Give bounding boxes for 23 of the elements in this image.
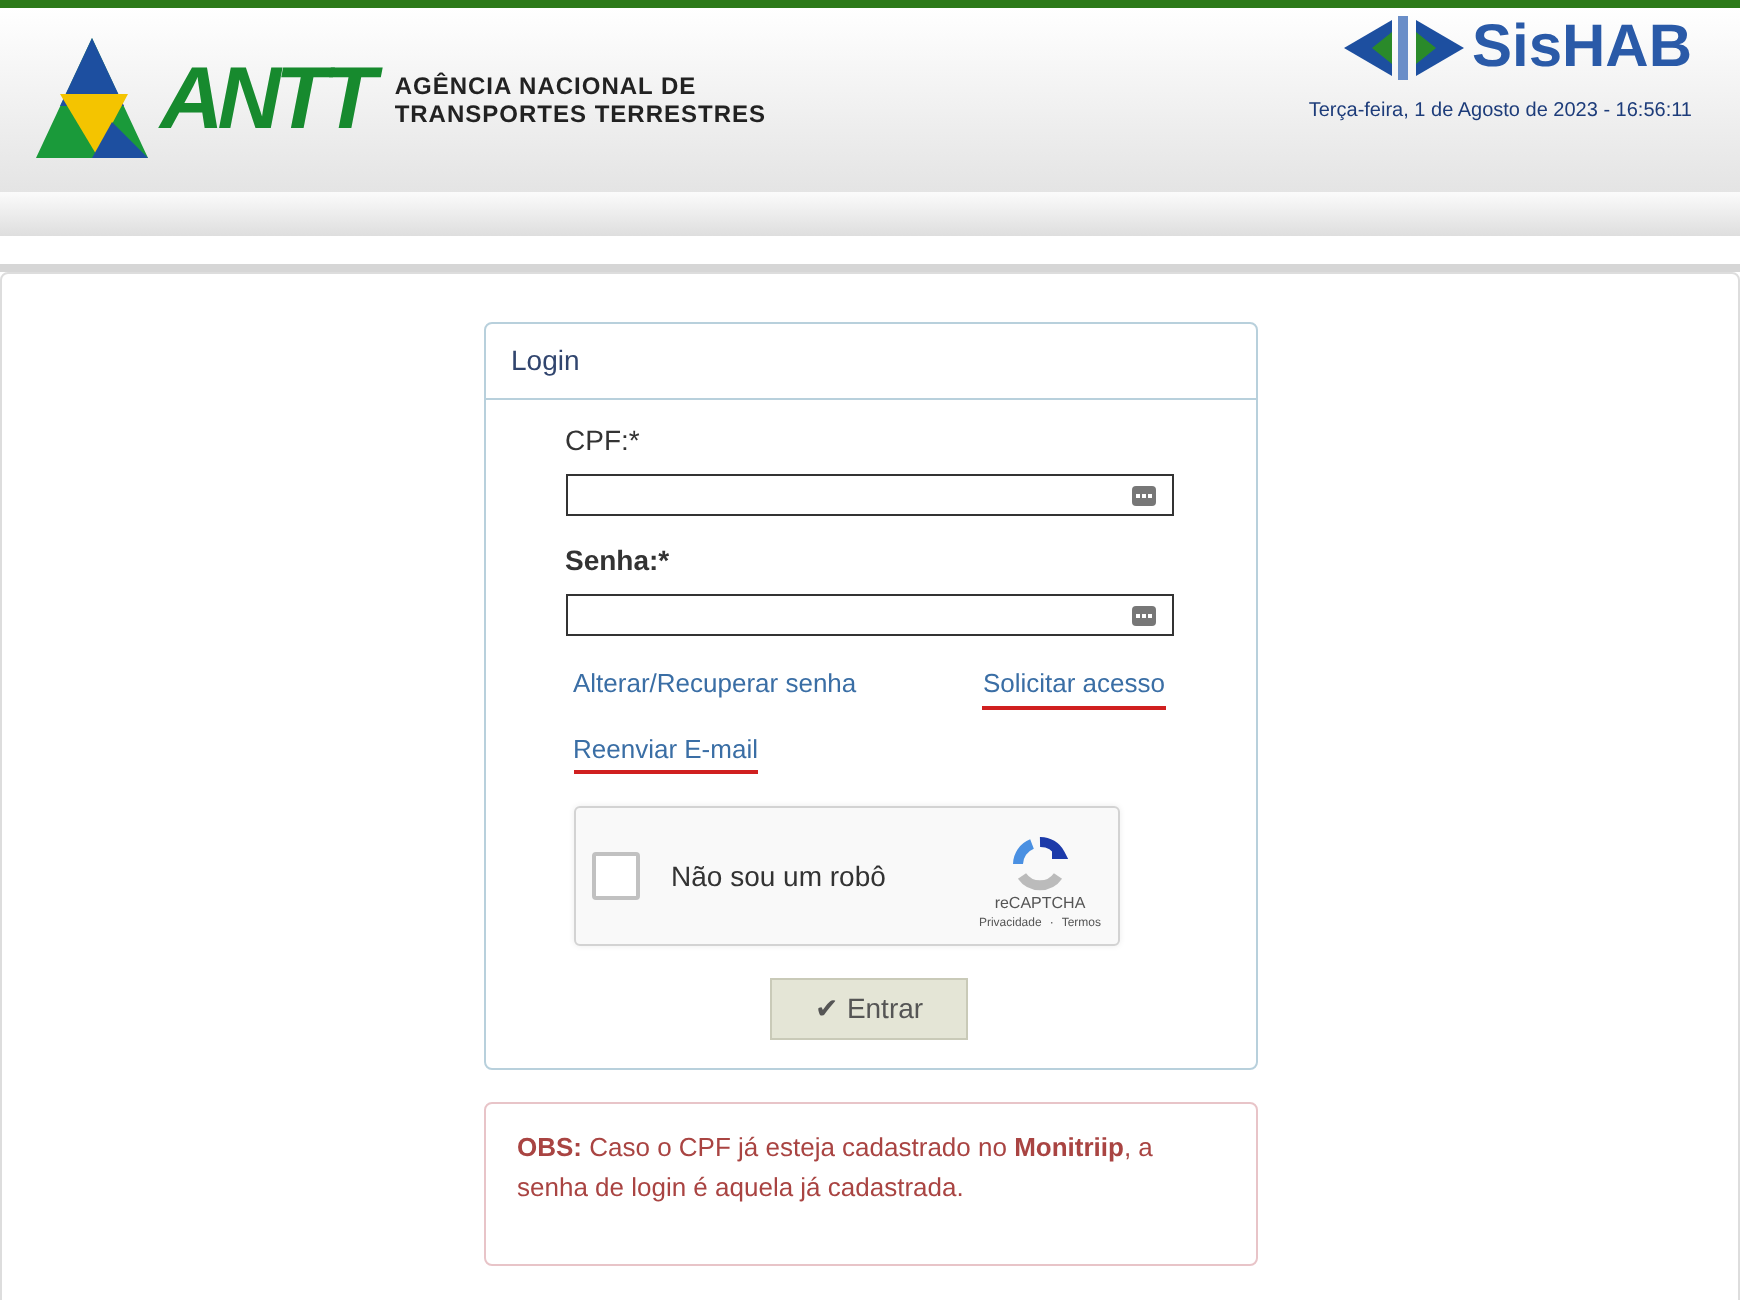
input-field[interactable] — [565, 594, 1173, 636]
captcha-brand: reCAPTCHA — [994, 891, 1086, 915]
notice-text: OBS: Caso o CPF já esteja cadastrado no Monitriip, a senha de login é aquela já cadastrada. — [483, 1102, 1257, 1266]
arrows-logo-icon — [1343, 16, 1464, 80]
checkbox[interactable] — [591, 852, 639, 900]
recaptcha-icon — [1009, 835, 1070, 891]
link[interactable]: Alterar/Recuperar senha — [573, 664, 857, 709]
panel-title: Login — [485, 324, 1255, 400]
input-field[interactable] — [565, 474, 1173, 516]
submit-button[interactable]: ✔ Entrar — [770, 978, 968, 1040]
date-time: Terça-feira, 1 de Agosto de 2023 - 16:56:11 — [1308, 98, 1692, 126]
logo-icon — [32, 38, 152, 162]
system-name: SisHAB — [1471, 18, 1692, 78]
check-icon: ✔ — [814, 988, 839, 1030]
captcha-label: Não sou um robô — [671, 857, 886, 895]
agency-name: TRANSPORTES TERRESTRES — [394, 100, 766, 128]
key-icon[interactable] — [1131, 606, 1155, 626]
field-label: Senha:* — [565, 542, 670, 580]
field-label: CPF:* — [565, 422, 640, 460]
link[interactable]: Reenviar E-mail — [573, 729, 758, 774]
link[interactable]: Solicitar acesso — [982, 664, 1165, 709]
key-icon[interactable] — [1131, 486, 1155, 506]
agency-name: AGÊNCIA NACIONAL DE — [394, 72, 699, 100]
